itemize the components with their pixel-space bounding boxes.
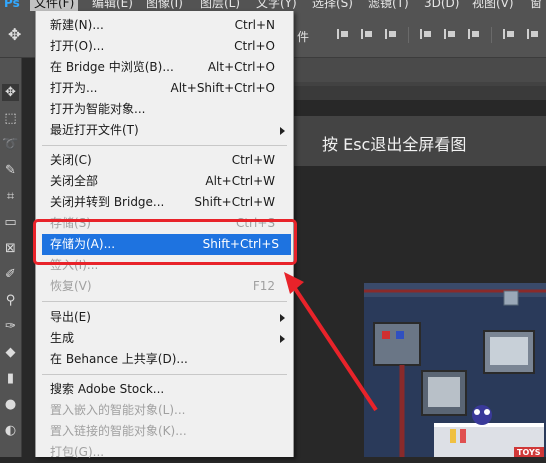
canvas-artwork: TOYS xyxy=(364,283,546,457)
history-brush-icon[interactable]: ✑ xyxy=(2,318,19,335)
marquee-tool-icon[interactable]: ⬚ xyxy=(2,110,19,127)
blur-tool-icon[interactable]: ● xyxy=(2,396,19,413)
align-middle-icon[interactable] xyxy=(443,27,457,41)
menu-item-label: 打开为... xyxy=(50,81,98,95)
toys-sign: TOYS xyxy=(517,448,541,457)
move-tool-icon[interactable]: ✥ xyxy=(2,84,19,101)
menu-item-label: 在 Behance 上共享(D)... xyxy=(50,352,188,366)
brush-tool-icon[interactable]: ✐ xyxy=(2,266,19,283)
menu-item-label: 导出(E) xyxy=(50,310,91,324)
dodge-tool-icon[interactable]: ◐ xyxy=(2,422,19,439)
divider xyxy=(408,27,409,43)
menu-item-shortcut: Alt+Shift+Ctrl+O xyxy=(170,81,275,95)
menu-item-open[interactable]: 打开(O)... Ctrl+O xyxy=(36,36,293,57)
menu-item-label: 关闭全部 xyxy=(50,174,99,188)
annotation-highlight-box xyxy=(33,219,297,265)
align-left-icon[interactable] xyxy=(336,27,350,41)
menu-item-label: 打开(O)... xyxy=(50,39,105,53)
menu-item-shortcut: Alt+Ctrl+W xyxy=(205,174,275,188)
menu-filter[interactable]: 滤镜(T) xyxy=(364,0,413,11)
menu-item-share-behance[interactable]: 在 Behance 上共享(D)... xyxy=(36,349,293,370)
auto-select-label: 件 xyxy=(297,30,310,44)
menu-item-open-smart-object[interactable]: 打开为智能对象... xyxy=(36,99,293,120)
menu-item-shortcut: Alt+Ctrl+O xyxy=(207,60,275,74)
quick-select-icon[interactable]: ✎ xyxy=(2,162,19,179)
menu-item-label: 生成 xyxy=(50,331,75,345)
menu-item-label: 置入链接的智能对象(K)... xyxy=(50,424,187,438)
frame-tool-icon[interactable]: ▭ xyxy=(2,214,19,231)
menu-item-package[interactable]: 打包(G)... xyxy=(36,442,293,463)
menu-separator xyxy=(42,301,287,302)
menu-item-shortcut: Ctrl+N xyxy=(234,18,275,32)
menu-edit[interactable]: 编辑(E) xyxy=(88,0,137,11)
align-bottom-icon[interactable] xyxy=(467,27,481,41)
divider xyxy=(491,27,492,43)
menu-item-label: 新建(N)... xyxy=(50,18,104,32)
menu-item-label: 打包(G)... xyxy=(50,445,105,459)
menu-select[interactable]: 选择(S) xyxy=(308,0,357,11)
menu-item-close-go-bridge[interactable]: 关闭并转到 Bridge... Shift+Ctrl+W xyxy=(36,192,293,213)
ruler xyxy=(292,86,546,101)
menu-item-label: 关闭并转到 Bridge... xyxy=(50,195,165,209)
menu-item-shortcut: Ctrl+W xyxy=(231,153,275,167)
menu-window[interactable]: 窗 xyxy=(526,0,546,11)
menu-item-generate[interactable]: 生成 xyxy=(36,328,293,349)
menu-item-label: 搜索 Adobe Stock... xyxy=(50,382,165,396)
menu-item-revert[interactable]: 恢复(V) F12 xyxy=(36,276,293,297)
annotation-arrow-icon xyxy=(284,272,378,412)
menu-item-label: 在 Bridge 中浏览(B)... xyxy=(50,60,174,74)
menu-item-label: 打开为智能对象... xyxy=(50,102,146,116)
tools-panel: ✥ ⬚ ➰ ✎ ⌗ ▭ ⊠ ✐ ⚲ ✑ ◆ ▮ ● ◐ xyxy=(0,58,22,457)
crop-tool-icon[interactable]: ⌗ xyxy=(2,188,19,205)
align-controls xyxy=(336,27,546,43)
menu-layer[interactable]: 图层(L) xyxy=(196,0,244,11)
menu-item-label: 最近打开文件(T) xyxy=(50,123,139,137)
distribute-icon[interactable] xyxy=(502,27,516,41)
menu-item-recent-files[interactable]: 最近打开文件(T) xyxy=(36,120,293,141)
distribute-icon[interactable] xyxy=(526,27,540,41)
menu-3d[interactable]: 3D(D) xyxy=(420,0,463,11)
eraser-tool-icon[interactable]: ◆ xyxy=(2,344,19,361)
menu-item-search-stock[interactable]: 搜索 Adobe Stock... xyxy=(36,379,293,400)
menu-item-shortcut: F12 xyxy=(252,279,275,293)
menu-image[interactable]: 图像(I) xyxy=(142,0,187,11)
menu-item-browse-bridge[interactable]: 在 Bridge 中浏览(B)... Alt+Ctrl+O xyxy=(36,57,293,78)
menu-item-new[interactable]: 新建(N)... Ctrl+N xyxy=(36,15,293,36)
menu-item-label: 关闭(C) xyxy=(50,153,92,167)
menu-view[interactable]: 视图(V) xyxy=(468,0,518,11)
document-tabs xyxy=(292,58,546,86)
menu-separator xyxy=(42,374,287,375)
menu-item-close[interactable]: 关闭(C) Ctrl+W xyxy=(36,150,293,171)
align-center-icon[interactable] xyxy=(360,27,374,41)
menu-bar: Ps 文件(F) 编辑(E) 图像(I) 图层(L) 文字(Y) 选择(S) 滤… xyxy=(0,0,546,11)
menu-separator xyxy=(42,145,287,146)
align-top-icon[interactable] xyxy=(419,27,433,41)
menu-item-open-as[interactable]: 打开为... Alt+Shift+Ctrl+O xyxy=(36,78,293,99)
align-right-icon[interactable] xyxy=(384,27,398,41)
eyedropper-icon[interactable]: ⊠ xyxy=(2,240,19,257)
submenu-arrow-icon xyxy=(280,127,285,135)
menu-item-label: 置入嵌入的智能对象(L)... xyxy=(50,403,186,417)
gradient-tool-icon[interactable]: ▮ xyxy=(2,370,19,387)
menu-item-label: 恢复(V) xyxy=(50,279,92,293)
menu-item-place-linked[interactable]: 置入链接的智能对象(K)... xyxy=(36,421,293,442)
photoshop-logo: Ps xyxy=(4,0,20,10)
menu-item-place-embedded[interactable]: 置入嵌入的智能对象(L)... xyxy=(36,400,293,421)
menu-file[interactable]: 文件(F) xyxy=(30,0,79,11)
menu-type[interactable]: 文字(Y) xyxy=(252,0,301,11)
menu-item-shortcut: Shift+Ctrl+W xyxy=(194,195,275,209)
lasso-tool-icon[interactable]: ➰ xyxy=(2,136,19,153)
toast-message: 按 Esc退出全屏看图 xyxy=(322,135,467,154)
menu-item-shortcut: Ctrl+O xyxy=(234,39,275,53)
stamp-tool-icon[interactable]: ⚲ xyxy=(2,292,19,309)
document-tab[interactable] xyxy=(292,58,546,82)
move-tool-icon[interactable]: ✥ xyxy=(8,25,21,44)
menu-item-close-all[interactable]: 关闭全部 Alt+Ctrl+W xyxy=(36,171,293,192)
menu-item-export[interactable]: 导出(E) xyxy=(36,307,293,328)
